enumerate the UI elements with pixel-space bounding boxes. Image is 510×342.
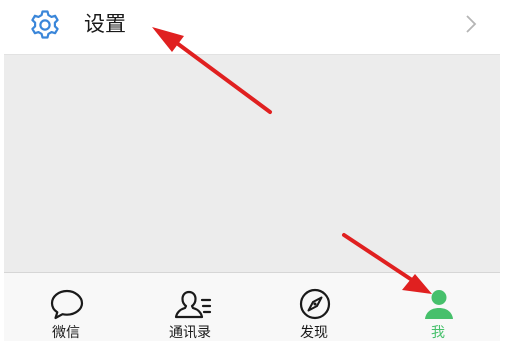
tab-label: 我 <box>431 325 445 341</box>
tab-label: 微信 <box>52 325 80 341</box>
tab-chats[interactable]: 微信 <box>4 273 128 341</box>
tab-label: 发现 <box>300 325 328 341</box>
gear-icon <box>31 10 59 39</box>
settings-label: 设置 <box>84 12 126 36</box>
tab-contacts[interactable]: 通讯录 <box>128 273 252 341</box>
settings-row[interactable]: 设置 <box>4 0 500 55</box>
person-icon <box>425 290 453 319</box>
tab-me[interactable]: 我 <box>376 273 500 341</box>
compass-icon <box>299 288 331 320</box>
contacts-icon <box>174 290 212 319</box>
tab-discover[interactable]: 发现 <box>252 273 376 341</box>
chevron-right-icon <box>466 15 477 33</box>
screen: 设置 微信 通讯录 发现 我 <box>4 0 500 341</box>
tab-label: 通讯录 <box>169 325 211 341</box>
bottom-tab-bar: 微信 通讯录 发现 我 <box>4 272 500 341</box>
chat-bubble-icon <box>50 289 84 320</box>
